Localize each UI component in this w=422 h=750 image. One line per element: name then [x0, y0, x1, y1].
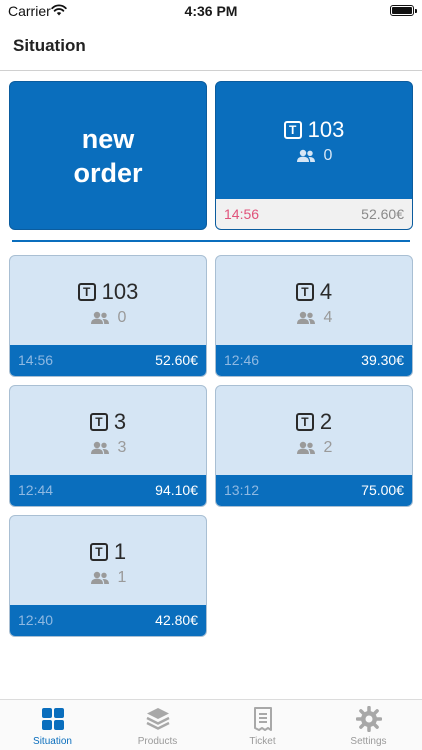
table-card[interactable]: T 103 0 14:56 52.60€	[9, 255, 207, 377]
card-footer: 12:40 42.80€	[10, 605, 206, 636]
table-number: 4	[319, 279, 333, 304]
card-footer: 12:44 94.10€	[10, 475, 206, 506]
table-icon: T	[89, 543, 108, 561]
order-time: 14:56	[224, 206, 260, 222]
status-bar: Carrier 4:36 PM	[0, 0, 422, 24]
new-order-button[interactable]: new order	[9, 81, 207, 230]
tab-settings[interactable]: Settings	[316, 706, 421, 747]
guests-icon	[296, 441, 315, 454]
tab-label: Settings	[350, 736, 387, 747]
guests-icon	[90, 311, 109, 324]
card-footer: 13:12 75.00€	[216, 475, 412, 506]
table-card[interactable]: T 4 4 12:46 39.30€	[215, 255, 413, 377]
table-card[interactable]: T 1 1 12:40 42.80€	[9, 515, 207, 637]
tab-bar: Situation Products Ticket Settings	[0, 699, 422, 750]
new-order-label: new order	[73, 123, 143, 188]
nav-divider	[0, 70, 422, 71]
tab-situation[interactable]: Situation	[0, 706, 105, 747]
table-icon: T	[295, 283, 314, 301]
page-title: Situation	[13, 36, 86, 55]
table-number: 2	[319, 409, 333, 434]
card-footer: 14:56 52.60€	[10, 345, 206, 376]
table-number: 1	[113, 539, 127, 564]
battery-icon	[390, 5, 417, 16]
table-icon: T	[295, 413, 314, 431]
guests-icon	[296, 311, 315, 324]
order-time: 14:56	[18, 352, 54, 368]
tab-products[interactable]: Products	[105, 706, 210, 747]
clock: 4:36 PM	[184, 3, 238, 19]
guest-count: 0	[323, 147, 333, 164]
tab-ticket[interactable]: Ticket	[210, 706, 315, 747]
section-divider	[12, 240, 410, 242]
guests-icon	[296, 149, 315, 162]
order-time: 12:46	[224, 352, 260, 368]
guest-count: 1	[117, 569, 127, 586]
receipt-icon	[253, 707, 272, 731]
tab-label: Products	[137, 736, 178, 747]
table-card[interactable]: T 3 3 12:44 94.10€	[9, 385, 207, 507]
table-icon: T	[283, 121, 302, 139]
order-amount: 39.30€	[361, 352, 404, 368]
table-icon: T	[89, 413, 108, 431]
guests-icon	[90, 441, 109, 454]
layers-icon	[145, 708, 170, 730]
guest-count: 3	[117, 439, 127, 456]
order-amount: 94.10€	[155, 482, 198, 498]
card-footer: 12:46 39.30€	[216, 345, 412, 376]
grid-icon	[41, 708, 64, 730]
order-time: 12:40	[18, 612, 54, 628]
guest-count: 0	[117, 309, 127, 326]
table-number: 3	[113, 409, 127, 434]
tab-label: Ticket	[249, 736, 276, 747]
tab-label: Situation	[33, 736, 72, 747]
card-footer: 14:56 52.60€	[216, 199, 412, 229]
order-amount: 52.60€	[155, 352, 198, 368]
table-number: 103	[307, 117, 345, 142]
order-amount: 75.00€	[361, 482, 404, 498]
order-time: 13:12	[224, 482, 260, 498]
current-order-card[interactable]: T 103 0 14:56 52.60€	[215, 81, 413, 230]
guest-count: 4	[323, 309, 333, 326]
table-card[interactable]: T 2 2 13:12 75.00€	[215, 385, 413, 507]
guests-icon	[90, 571, 109, 584]
guest-count: 2	[323, 439, 333, 456]
table-icon: T	[77, 283, 96, 301]
order-time: 12:44	[18, 482, 54, 498]
order-amount: 42.80€	[155, 612, 198, 628]
gear-icon	[355, 706, 382, 732]
table-number: 103	[101, 279, 139, 304]
order-amount: 52.60€	[361, 206, 404, 222]
